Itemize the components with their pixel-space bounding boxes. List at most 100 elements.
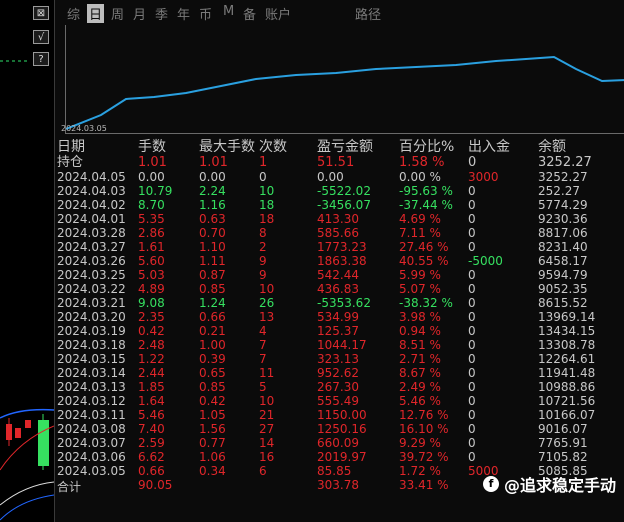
table-row: 2024.03.14 2.44 0.65 11 952.62 8.67 % 0 11941.4… [57,366,623,380]
row-pnl: -3456.07 [317,198,371,212]
row-balance: 10721.56 [538,394,596,408]
tab-monthly[interactable]: 月 [133,4,146,23]
position-flow: 0 [468,155,477,170]
tab-account[interactable]: 账户 [265,4,291,23]
row-date: 2024.03.11 [57,408,126,422]
row-flow: 0 [468,408,476,422]
table-row: 2024.03.27 1.61 1.10 2 1773.23 27.46 % 0 8231.4… [57,240,623,254]
row-count: 5 [259,380,267,394]
row-count: 27 [259,422,275,436]
row-balance: 13434.15 [538,324,596,338]
total-lots: 90.05 [138,478,173,492]
row-balance: 8231.40 [538,240,588,254]
row-lots: 2.59 [138,436,165,450]
row-max-lots: 0.66 [199,310,226,324]
row-lots: 2.48 [138,338,165,352]
row-lots: 7.40 [138,422,165,436]
row-balance: 13969.14 [538,310,596,324]
row-count: 2 [259,240,267,254]
row-flow: 0 [468,338,476,352]
row-balance: 10988.86 [538,380,596,394]
row-lots: 4.89 [138,282,165,296]
row-pnl: 585.66 [317,226,359,240]
row-flow: 0 [468,450,476,464]
row-percent: 5.99 % [399,268,441,282]
table-row: 2024.04.03 10.79 2.24 10 -5522.02 -95.63 % 0 25… [57,184,623,198]
row-balance: 6458.17 [538,254,588,268]
row-max-lots: 2.24 [199,184,226,198]
ma-line-white [0,481,54,506]
table-row: 2024.04.01 5.35 0.63 18 413.30 4.69 % 0 9230.36 [57,212,623,226]
row-percent: 1.72 % [399,464,441,478]
row-balance: 9230.36 [538,212,588,226]
background-chart-strip: ⊠ √ ? [0,0,54,522]
row-pnl: 952.62 [317,366,359,380]
row-percent: 16.10 % [399,422,449,436]
row-max-lots: 0.65 [199,366,226,380]
row-count: 9 [259,268,267,282]
row-count: 8 [259,226,267,240]
check-button[interactable]: √ [33,30,49,44]
row-percent: 27.46 % [399,240,449,254]
row-lots: 5.46 [138,408,165,422]
row-max-lots: 0.21 [199,324,226,338]
row-max-lots: 0.63 [199,212,226,226]
tab-currency[interactable]: 币 [199,4,212,23]
row-max-lots: 0.42 [199,394,226,408]
row-date: 2024.04.02 [57,198,126,212]
row-flow: 0 [468,436,476,450]
row-flow: 0 [468,352,476,366]
row-lots: 2.35 [138,310,165,324]
row-flow: 0 [468,282,476,296]
position-percent: 1.58 % [399,155,445,170]
tab-daily[interactable]: 日 [87,4,105,23]
daily-stats-table: 日期 手数 最大手数 次数 盈亏金额 百分比% 出入金 余额 持仓 1.01 1… [57,138,623,478]
row-flow: 0 [468,184,476,198]
row-max-lots: 0.70 [199,226,226,240]
header-date: 日期 [57,139,85,155]
tab-m[interactable]: M [223,4,234,19]
row-flow: 0 [468,324,476,338]
row-max-lots: 0.34 [199,464,226,478]
row-lots: 5.60 [138,254,165,268]
row-balance: 252.27 [538,184,580,198]
row-lots: 2.44 [138,366,165,380]
row-balance: 9052.35 [538,282,588,296]
row-max-lots: 1.00 [199,338,226,352]
tab-yearly[interactable]: 年 [177,4,190,23]
tab-path[interactable]: 路径 [355,4,381,23]
row-max-lots: 0.85 [199,282,226,296]
row-flow: 0 [468,380,476,394]
tab-summary[interactable]: 综 [67,4,80,23]
watermark: f @追求稳定手动 [482,472,616,496]
row-flow: 0 [468,296,476,310]
table-row: 2024.04.02 8.70 1.16 18 -3456.07 -37.44 % 0 577… [57,198,623,212]
row-flow: 0 [468,226,476,240]
row-lots: 1.61 [138,240,165,254]
row-date: 2024.03.22 [57,282,126,296]
table-row: 2024.03.22 4.89 0.85 10 436.83 5.07 % 0 9052.35 [57,282,623,296]
row-max-lots: 1.56 [199,422,226,436]
ma-line-blue [0,408,54,419]
row-count: 18 [259,212,275,226]
header-percent: 百分比% [399,139,455,155]
position-row: 持仓 1.01 1.01 1 51.51 1.58 % 0 3252.27 [57,156,623,170]
row-balance: 12264.61 [538,352,596,366]
help-button[interactable]: ? [33,52,49,66]
table-row: 2024.03.28 2.86 0.70 8 585.66 7.11 % 0 8817.06 [57,226,623,240]
period-tabs: 综 日 周 月 季 年 币 M 备 账户 路径 [55,0,624,24]
row-date: 2024.03.15 [57,352,126,366]
tab-weekly[interactable]: 周 [111,4,124,23]
row-percent: 12.76 % [399,408,449,422]
close-square-button[interactable]: ⊠ [33,6,49,20]
row-max-lots: 0.39 [199,352,226,366]
tab-quarterly[interactable]: 季 [155,4,168,23]
row-max-lots: 1.06 [199,450,226,464]
row-max-lots: 1.05 [199,408,226,422]
table-row: 2024.03.08 7.40 1.56 27 1250.16 16.10 % 0 9016.… [57,422,623,436]
tab-notes[interactable]: 备 [243,4,256,23]
row-date: 2024.03.18 [57,338,126,352]
row-date: 2024.03.26 [57,254,126,268]
row-percent: 9.29 % [399,436,441,450]
row-count: 7 [259,352,267,366]
